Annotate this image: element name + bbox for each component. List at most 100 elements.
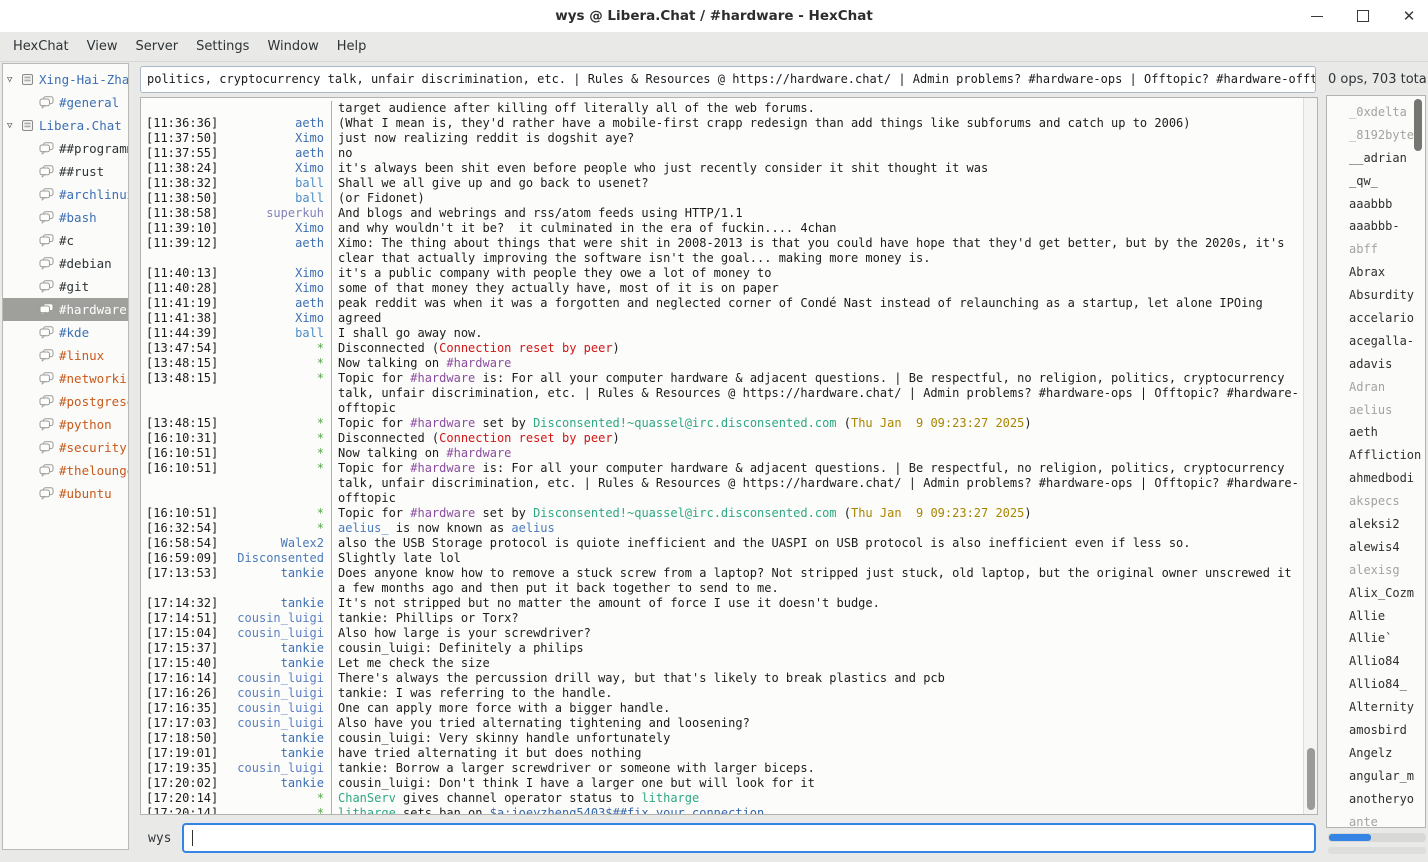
tree-server-xing-hai-zhan[interactable]: ▽Xing-Hai-Zhan <box>3 68 128 91</box>
message-input[interactable] <box>182 823 1316 853</box>
user-list-item[interactable]: alexisg <box>1327 559 1425 582</box>
chat-nick: Ximo <box>224 131 331 146</box>
chat-message-segment: #hardware <box>410 506 475 520</box>
user-list-item[interactable]: Adran <box>1327 376 1425 399</box>
user-list-item[interactable]: aeth <box>1327 421 1425 444</box>
tree-channel--git[interactable]: #git <box>3 275 128 298</box>
tree-item-label: #thelounge <box>59 463 128 478</box>
user-list-item[interactable]: aaabbb <box>1327 193 1425 216</box>
user-list-item[interactable]: Absurdity <box>1327 284 1425 307</box>
chat-message-segment: is: For all your computer hardware & adj… <box>338 461 1299 505</box>
channel-icon <box>39 464 54 477</box>
tree-channel--hardware[interactable]: #hardware <box>3 298 128 321</box>
chat-event-star: * <box>224 521 331 536</box>
user-list-item[interactable]: aelius <box>1327 399 1425 422</box>
user-list-item[interactable]: amosbird <box>1327 719 1425 742</box>
channel-icon <box>39 188 54 201</box>
chat-message-segment: Thu Jan 9 09:23:27 2025 <box>851 416 1024 430</box>
tree-channel--rust[interactable]: ##rust <box>3 160 128 183</box>
user-list-item[interactable]: Angelz <box>1327 742 1425 765</box>
chat-message-text: tankie: Phillips or Torx? <box>331 611 1317 626</box>
user-list-item[interactable]: ahmedbodi <box>1327 467 1425 490</box>
chat-message-segment: #hardware <box>446 446 511 460</box>
close-button[interactable]: ✕ <box>1400 0 1418 32</box>
chat-message-text: just now realizing reddit is dogshit aye… <box>331 131 1317 146</box>
tree-channel--debian[interactable]: #debian <box>3 252 128 275</box>
user-list-item[interactable]: Affliction <box>1327 444 1425 467</box>
chat-message-segment: is now known as <box>389 521 512 535</box>
tree-item-label: #archlinux <box>59 187 128 202</box>
user-list-item[interactable]: akspecs <box>1327 490 1425 513</box>
tree-channel--postgresql[interactable]: #postgresql <box>3 390 128 413</box>
user-list-item[interactable]: Alternity <box>1327 696 1425 719</box>
menu-item-settings[interactable]: Settings <box>187 32 258 62</box>
chat-message-segment: Disconsented!~quassel@irc.disconsented.c… <box>533 506 836 520</box>
tree-channel--networking[interactable]: #networking <box>3 367 128 390</box>
chat-message-text: (What I mean is, they'd rather have a mo… <box>331 116 1317 131</box>
chat-message-text: cousin_luigi: Very skinny handle unfortu… <box>331 731 1317 746</box>
chat-scrollbar[interactable] <box>1303 98 1317 814</box>
menu-item-help[interactable]: Help <box>328 32 376 62</box>
chat-nick: tankie <box>224 641 331 656</box>
user-list-item[interactable]: ante <box>1327 811 1425 828</box>
tree-channel--programming[interactable]: ##programming <box>3 137 128 160</box>
user-list-item[interactable]: __adrian <box>1327 147 1425 170</box>
user-list-item[interactable]: Allio84_ <box>1327 673 1425 696</box>
user-list-item[interactable]: Allie` <box>1327 627 1425 650</box>
chat-message-text: tankie: I was referring to the handle. <box>331 686 1317 701</box>
maximize-button[interactable] <box>1354 0 1372 32</box>
chat-message-segment: ChanServ <box>338 791 396 805</box>
user-list-item[interactable]: Allie <box>1327 605 1425 628</box>
user-list-item[interactable]: acegalla- <box>1327 330 1425 353</box>
user-list-item[interactable]: Alix_Cozm <box>1327 582 1425 605</box>
user-list-item[interactable]: Allio84 <box>1327 650 1425 673</box>
tree-channel--ubuntu[interactable]: #ubuntu <box>3 482 128 505</box>
user-list-item[interactable]: alewis4 <box>1327 536 1425 559</box>
userlist-horizontal-scrollbar-thumb[interactable] <box>1329 834 1371 841</box>
user-list-item[interactable]: aaabbb- <box>1327 215 1425 238</box>
user-list-item[interactable]: accelario <box>1327 307 1425 330</box>
tree-channel--security[interactable]: #security <box>3 436 128 459</box>
tree-channel--archlinux[interactable]: #archlinux <box>3 183 128 206</box>
chat-nick: aeth <box>224 296 331 311</box>
chat-row: [17:14:32]tankieIt's not stripped but no… <box>141 596 1317 611</box>
chat-message-text: Topic for #hardware is: For all your com… <box>331 371 1317 416</box>
chat-message-segment: ) <box>613 431 620 445</box>
tree-channel--python[interactable]: #python <box>3 413 128 436</box>
tree-channel--linux[interactable]: #linux <box>3 344 128 367</box>
tree-channel--kde[interactable]: #kde <box>3 321 128 344</box>
user-list-item[interactable]: adavis <box>1327 353 1425 376</box>
tree-channel--c[interactable]: #c <box>3 229 128 252</box>
chat-message-text: some of that money they actually have, m… <box>331 281 1317 296</box>
tree-channel--thelounge[interactable]: #thelounge <box>3 459 128 482</box>
userlist-horizontal-scrollbar[interactable] <box>1328 833 1426 842</box>
userlist-scrollbar-thumb[interactable] <box>1414 99 1422 151</box>
menu-item-view[interactable]: View <box>78 32 127 62</box>
own-nick-label: wys <box>148 824 171 853</box>
chat-row: [17:15:04]cousin_luigiAlso how large is … <box>141 626 1317 641</box>
user-list-item[interactable]: abff <box>1327 238 1425 261</box>
tree-channel--bash[interactable]: #bash <box>3 206 128 229</box>
channel-icon <box>39 372 54 385</box>
menu-item-server[interactable]: Server <box>126 32 187 62</box>
user-list-item[interactable]: _0xdelta <box>1327 101 1425 124</box>
tree-channel--general[interactable]: #general <box>3 91 128 114</box>
bottom-scrollbar-track[interactable] <box>1328 847 1426 854</box>
chat-message-segment: set by <box>475 506 533 520</box>
user-list-item[interactable]: angular_m <box>1327 765 1425 788</box>
user-list-item[interactable]: _8192byte <box>1327 124 1425 147</box>
tree-server-libera-chat[interactable]: ▽Libera.Chat <box>3 114 128 137</box>
user-list-item[interactable]: anotheryo <box>1327 788 1425 811</box>
user-list-item[interactable]: _qw_ <box>1327 170 1425 193</box>
menu-item-hexchat[interactable]: HexChat <box>4 32 78 62</box>
menu-item-window[interactable]: Window <box>258 32 327 62</box>
topic-input[interactable]: politics, cryptocurrency talk, unfair di… <box>140 66 1316 93</box>
chat-event-star: * <box>224 341 331 356</box>
tree-expander-icon[interactable]: ▽ <box>7 121 21 131</box>
tree-item-label: #postgresql <box>59 394 128 409</box>
user-list-item[interactable]: Abrax <box>1327 261 1425 284</box>
user-list-item[interactable]: aleksi2 <box>1327 513 1425 536</box>
tree-expander-icon[interactable]: ▽ <box>7 75 21 85</box>
chat-scrollbar-thumb[interactable] <box>1307 748 1315 810</box>
minimize-button[interactable] <box>1308 0 1326 32</box>
